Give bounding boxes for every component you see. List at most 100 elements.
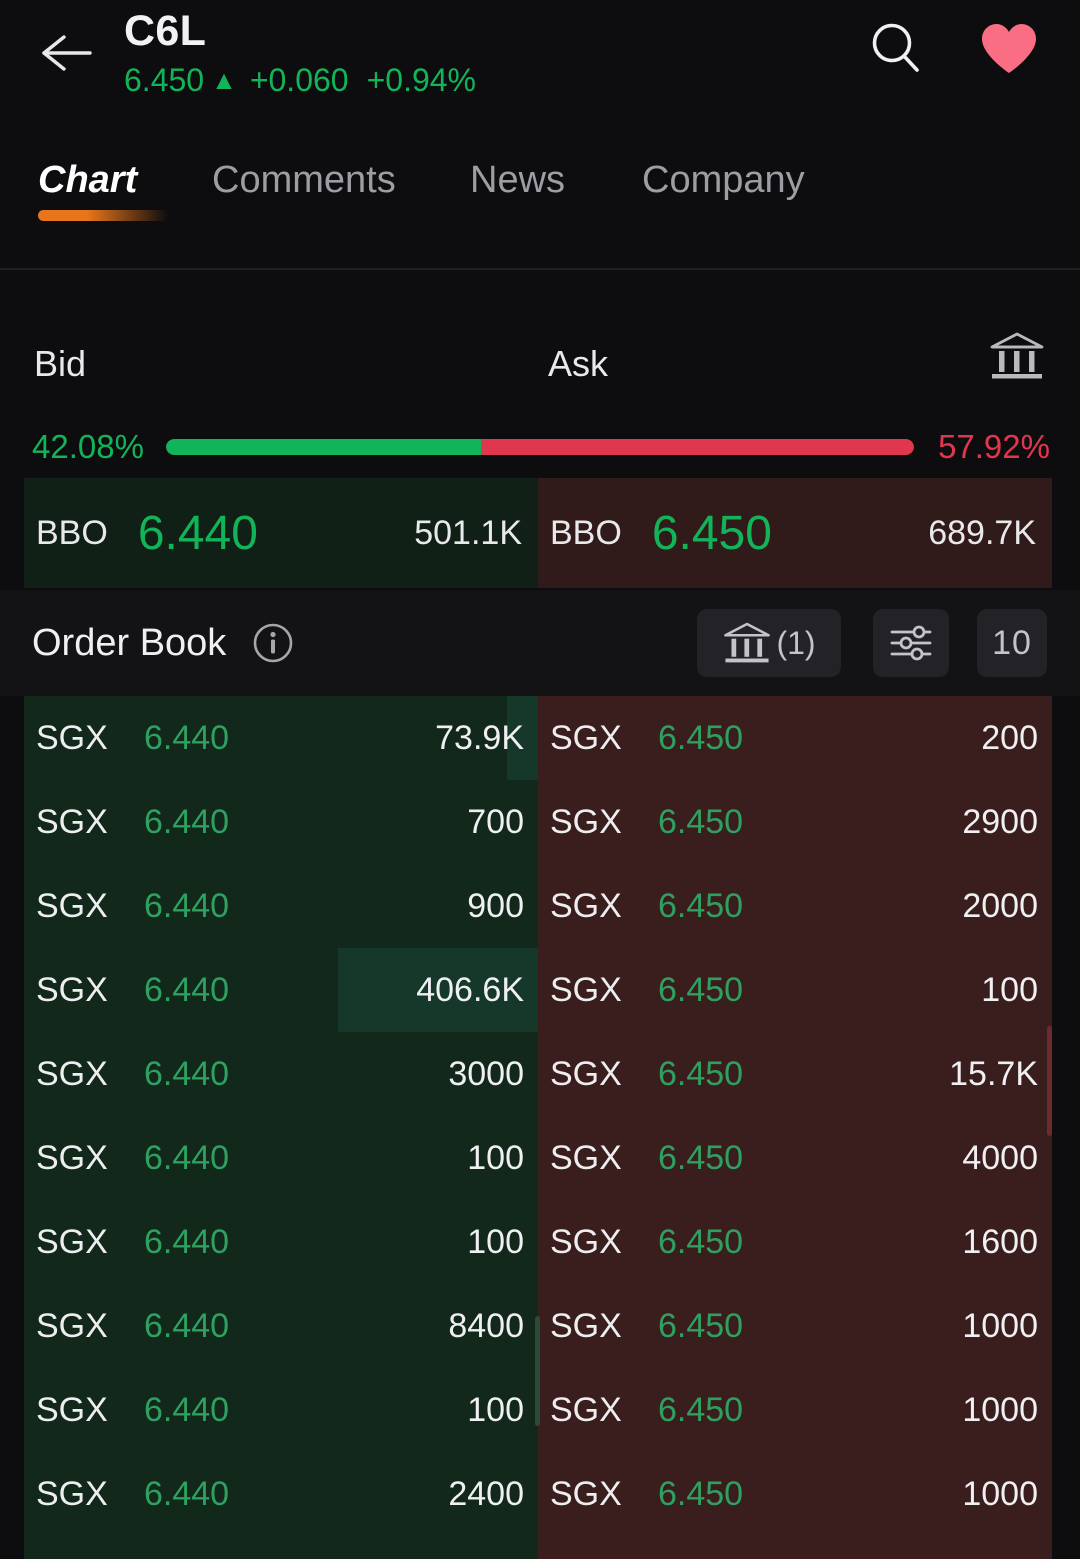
table-row[interactable]: SGX 6.440 406.6K	[24, 948, 538, 1032]
ask-label: Ask	[548, 343, 609, 384]
table-row[interactable]: SGX 6.450 1600	[538, 1200, 1052, 1284]
search-button[interactable]	[862, 14, 932, 84]
row-quantity: 1600	[962, 1222, 1038, 1261]
bid-ratio-value: 42.08%	[32, 428, 144, 465]
table-row[interactable]: SGX 6.440 900	[24, 864, 538, 948]
depth-level-label: 10	[992, 623, 1032, 662]
bbo-ask-tag: BBO	[550, 513, 622, 552]
table-row[interactable]: SGX 6.450 1000	[538, 1284, 1052, 1368]
active-tab-indicator	[38, 210, 168, 221]
row-venue: SGX	[550, 970, 622, 1009]
row-quantity: 15.7K	[949, 1054, 1038, 1093]
bid-ask-ratio: 42.08% 57.92%	[0, 423, 1080, 471]
table-row[interactable]: SGX 6.440 2400	[24, 1452, 538, 1536]
row-quantity: 1000	[962, 1306, 1038, 1345]
row-price: 6.440	[144, 886, 230, 925]
order-book-settings-button[interactable]	[873, 609, 949, 677]
row-quantity: 2400	[448, 1474, 524, 1513]
table-row[interactable]: SGX 6.450 2900	[538, 780, 1052, 864]
stock-detail-screen: C6L 6.450 ▲ +0.060 +0.94% Chart Comments…	[0, 0, 1080, 1559]
order-book-header: Order Book (1) 10	[0, 590, 1080, 696]
sliders-icon	[890, 625, 932, 661]
row-quantity: 100	[467, 1138, 524, 1177]
order-book-depth-button[interactable]: 10	[977, 609, 1047, 677]
bid-column[interactable]: SGX 6.440 73.9K SGX 6.440 700 SGX 6.440 900 SGX 6.…	[24, 696, 538, 1559]
row-venue: SGX	[36, 718, 108, 757]
row-venue: SGX	[550, 886, 622, 925]
table-row[interactable]: SGX 6.440 100	[24, 1116, 538, 1200]
row-quantity: 100	[467, 1390, 524, 1429]
bank-venue-button[interactable]	[988, 330, 1046, 382]
row-venue: SGX	[36, 1474, 108, 1513]
row-venue: SGX	[36, 1138, 108, 1177]
row-quantity: 2000	[962, 886, 1038, 925]
row-price: 6.440	[144, 1138, 230, 1177]
table-row[interactable]: SGX 6.440 3000	[24, 1032, 538, 1116]
row-price: 6.440	[144, 1222, 230, 1261]
table-row[interactable]: SGX 6.450 200	[538, 696, 1052, 780]
tab-bar: Chart Comments News Company	[0, 150, 1080, 270]
quote-line: 6.450 ▲ +0.060 +0.94%	[124, 60, 476, 100]
row-quantity: 1000	[962, 1474, 1038, 1513]
favorite-button[interactable]	[975, 16, 1043, 82]
bbo-ask-cell[interactable]: BBO 6.450 689.7K	[538, 478, 1052, 588]
table-row[interactable]: SGX 6.440 73.9K	[24, 696, 538, 780]
table-row[interactable]: SGX 6.450 100	[538, 948, 1052, 1032]
bbo-bid-price: 6.440	[137, 506, 258, 560]
tab-chart[interactable]: Chart	[38, 150, 137, 210]
info-icon[interactable]	[252, 622, 294, 664]
table-row[interactable]: SGX 6.440 100	[24, 1368, 538, 1452]
order-book-venue-button[interactable]: (1)	[697, 609, 841, 677]
heart-icon	[982, 24, 1036, 73]
table-row[interactable]: SGX 6.450 4000	[538, 1116, 1052, 1200]
table-row[interactable]: SGX 6.450 1000	[538, 1368, 1052, 1452]
table-row[interactable]: SGX 6.450 2000	[538, 864, 1052, 948]
ask-ratio-fill	[480, 439, 914, 455]
row-venue: SGX	[36, 1054, 108, 1093]
row-quantity: 2900	[962, 802, 1038, 841]
back-button[interactable]	[28, 18, 104, 88]
bid-label: Bid	[34, 343, 87, 384]
row-price: 6.450	[658, 1390, 744, 1429]
row-venue: SGX	[550, 1306, 622, 1345]
row-quantity: 100	[467, 1222, 524, 1261]
row-price: 6.450	[658, 802, 744, 841]
bid-scrollbar[interactable]	[535, 1316, 540, 1426]
row-price: 6.450	[658, 1054, 744, 1093]
row-venue: SGX	[550, 1138, 622, 1177]
row-quantity: 100	[981, 970, 1038, 1009]
row-venue: SGX	[36, 886, 108, 925]
ask-scrollbar[interactable]	[1047, 1026, 1052, 1136]
table-row[interactable]: SGX 6.440 700	[24, 780, 538, 864]
row-quantity: 700	[467, 802, 524, 841]
tab-news[interactable]: News	[470, 150, 565, 210]
row-venue: SGX	[36, 1222, 108, 1261]
bbo-bid-cell[interactable]: BBO 6.440 501.1K	[24, 478, 538, 588]
ask-ratio-value: 57.92%	[938, 428, 1050, 465]
table-row[interactable]: SGX 6.450 1000	[538, 1452, 1052, 1536]
row-quantity: 200	[981, 718, 1038, 757]
row-price: 6.450	[658, 1222, 744, 1261]
row-price: 6.440	[144, 970, 230, 1009]
ask-column[interactable]: SGX 6.450 200 SGX 6.450 2900 SGX 6.450 2000 SGX 6.…	[538, 696, 1052, 1559]
row-quantity: 4000	[962, 1138, 1038, 1177]
row-price: 6.450	[658, 1306, 744, 1345]
row-price: 6.440	[144, 1390, 230, 1429]
row-quantity: 73.9K	[435, 718, 524, 757]
table-row[interactable]: SGX 6.440 100	[24, 1200, 538, 1284]
row-venue: SGX	[36, 802, 108, 841]
bank-icon	[724, 622, 771, 663]
page-title: C6L	[124, 7, 207, 55]
row-price: 6.450	[658, 1138, 744, 1177]
last-price: 6.450	[124, 62, 205, 98]
bbo-ask-qty: 689.7K	[928, 513, 1036, 552]
arrow-left-icon	[42, 35, 92, 71]
table-row[interactable]: SGX 6.440 8400	[24, 1284, 538, 1368]
order-book-body: SGX 6.440 73.9K SGX 6.440 700 SGX 6.440 900 SGX 6.…	[0, 696, 1080, 1559]
tab-comments[interactable]: Comments	[212, 150, 396, 210]
bbo-bid-qty: 501.1K	[414, 513, 522, 552]
row-quantity: 3000	[448, 1054, 524, 1093]
row-venue: SGX	[36, 1306, 108, 1345]
tab-company[interactable]: Company	[642, 150, 805, 210]
table-row[interactable]: SGX 6.450 15.7K	[538, 1032, 1052, 1116]
